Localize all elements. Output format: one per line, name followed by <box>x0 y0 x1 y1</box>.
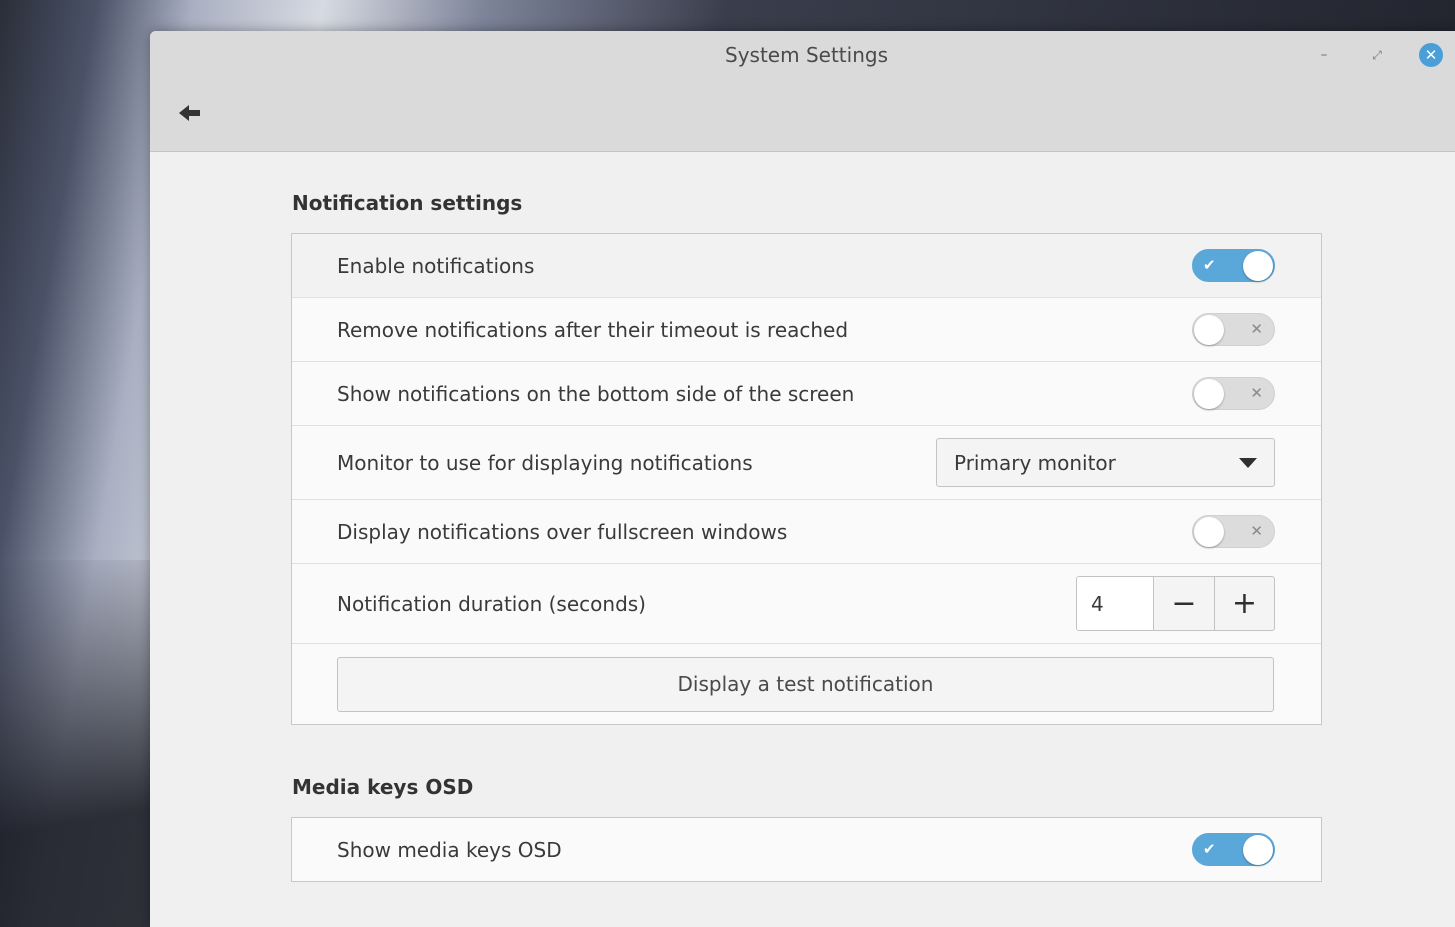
remove-after-timeout-row: Remove notifications after their timeout… <box>292 298 1321 362</box>
decrement-button[interactable]: − <box>1154 577 1214 630</box>
fullscreen-row: Display notifications over fullscreen wi… <box>292 500 1321 564</box>
monitor-selected-value: Primary monitor <box>954 450 1116 475</box>
increment-button[interactable]: + <box>1214 577 1274 630</box>
bottom-side-toggle[interactable]: ✕ <box>1192 377 1275 410</box>
toggle-knob <box>1194 315 1224 345</box>
remove-after-timeout-label: Remove notifications after their timeout… <box>337 317 849 342</box>
media-keys-panel: Show media keys OSD ✔ <box>291 817 1322 882</box>
back-arrow-icon <box>179 105 200 121</box>
show-osd-toggle[interactable]: ✔ <box>1192 833 1275 866</box>
monitor-row: Monitor to use for displaying notificati… <box>292 426 1321 500</box>
media-keys-heading: Media keys OSD <box>292 775 474 799</box>
check-icon: ✔ <box>1203 256 1216 274</box>
duration-input[interactable]: 4 <box>1077 577 1154 630</box>
window-header: System Settings – ⤢ ✕ <box>150 31 1455 152</box>
notification-settings-heading: Notification settings <box>292 191 523 215</box>
test-notification-row: Display a test notification <box>292 644 1321 724</box>
fullscreen-label: Display notifications over fullscreen wi… <box>337 519 788 544</box>
show-osd-row: Show media keys OSD ✔ <box>292 818 1321 881</box>
monitor-label: Monitor to use for displaying notificati… <box>337 450 753 475</box>
settings-window: System Settings – ⤢ ✕ Notification setti… <box>150 31 1455 927</box>
minimize-button[interactable]: – <box>1312 43 1336 67</box>
close-button[interactable]: ✕ <box>1419 43 1443 67</box>
fullscreen-toggle[interactable]: ✕ <box>1192 515 1275 548</box>
bottom-side-row: Show notifications on the bottom side of… <box>292 362 1321 426</box>
enable-notifications-row: Enable notifications ✔ <box>292 234 1321 298</box>
toggle-knob <box>1194 379 1224 409</box>
duration-row: Notification duration (seconds) 4 − + <box>292 564 1321 644</box>
cross-icon: ✕ <box>1250 320 1263 338</box>
duration-stepper: 4 − + <box>1076 576 1275 631</box>
bottom-side-label: Show notifications on the bottom side of… <box>337 381 855 406</box>
enable-notifications-toggle[interactable]: ✔ <box>1192 249 1275 282</box>
test-notification-button[interactable]: Display a test notification <box>337 656 1274 712</box>
window-title: System Settings <box>725 43 888 67</box>
maximize-button[interactable]: ⤢ <box>1365 43 1389 67</box>
monitor-dropdown[interactable]: Primary monitor <box>936 438 1275 487</box>
notification-settings-panel: Enable notifications ✔ Remove notificati… <box>291 233 1322 725</box>
remove-after-timeout-toggle[interactable]: ✕ <box>1192 313 1275 346</box>
chevron-down-icon <box>1239 457 1257 468</box>
cross-icon: ✕ <box>1250 522 1263 540</box>
check-icon: ✔ <box>1203 840 1216 858</box>
cross-icon: ✕ <box>1250 384 1263 402</box>
show-osd-label: Show media keys OSD <box>337 837 562 862</box>
toggle-knob <box>1243 251 1273 281</box>
toggle-knob <box>1194 517 1224 547</box>
back-button[interactable] <box>174 99 206 127</box>
duration-label: Notification duration (seconds) <box>337 591 646 616</box>
toggle-knob <box>1243 835 1273 865</box>
enable-notifications-label: Enable notifications <box>337 253 535 278</box>
